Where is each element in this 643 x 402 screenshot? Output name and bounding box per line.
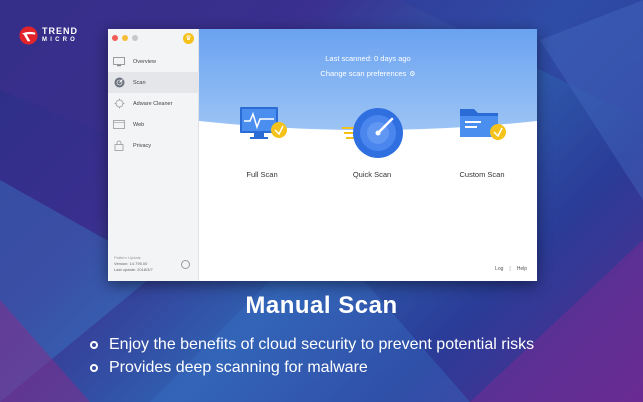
minimize-button[interactable] <box>122 35 128 41</box>
footer-separator: | <box>509 266 511 272</box>
footer-links: Log | Help <box>495 266 527 272</box>
bullet-text: Provides deep scanning for malware <box>109 358 368 376</box>
trend-micro-logo: TREND MICRO <box>19 26 78 45</box>
log-link[interactable]: Log <box>495 266 503 272</box>
quick-scan-label: Quick Scan <box>352 170 392 179</box>
adware-icon <box>113 98 125 109</box>
full-scan-label: Full Scan <box>246 170 278 179</box>
headline: Manual Scan <box>245 292 398 319</box>
custom-scan-label: Custom Scan <box>459 170 505 179</box>
crown-icon[interactable]: ♛ <box>183 33 194 44</box>
scan-icon <box>113 77 125 88</box>
sidebar-item-label: Adware Cleaner <box>133 100 173 107</box>
main-panel: Last scanned: 0 days ago Change scan pre… <box>199 29 537 281</box>
change-prefs-label: Change scan preferences <box>320 69 407 78</box>
gear-icon: ⚙ <box>409 71 416 78</box>
bullet-item: Provides deep scanning for malware <box>90 356 534 379</box>
quick-scan-button[interactable] <box>332 103 412 159</box>
logo-text-line2: MICRO <box>42 36 78 43</box>
bullet-item: Enjoy the benefits of cloud security to … <box>90 333 534 356</box>
sidebar-item-adware-cleaner[interactable]: Adware Cleaner <box>108 93 199 114</box>
sidebar-item-label: Overview <box>133 58 156 65</box>
sidebar-item-privacy[interactable]: Privacy <box>108 135 199 156</box>
monitor-icon <box>113 56 125 67</box>
web-icon <box>113 120 125 130</box>
full-scan-button[interactable] <box>222 105 302 145</box>
trend-micro-logo-icon <box>19 26 38 45</box>
last-scanned-text: Last scanned: 0 days ago <box>325 54 411 63</box>
full-scan-icon <box>240 107 287 139</box>
custom-scan-icon <box>460 109 506 140</box>
custom-scan-button[interactable] <box>442 105 522 145</box>
sidebar-item-label: Scan <box>133 79 146 86</box>
feature-bullets: Enjoy the benefits of cloud security to … <box>90 333 534 379</box>
zoom-button[interactable] <box>132 35 138 41</box>
quick-scan-icon <box>342 108 403 158</box>
sidebar-item-overview[interactable]: Overview <box>108 51 199 72</box>
sidebar-item-label: Web <box>133 121 145 128</box>
window-controls <box>112 35 138 41</box>
pattern-update-info: Pattern Update Version: 14.795.00 Last u… <box>114 255 153 273</box>
lock-icon <box>113 140 125 151</box>
pattern-last-update: Last update: 2018/3/7 <box>114 267 153 272</box>
bullet-text: Enjoy the benefits of cloud security to … <box>109 335 535 353</box>
app-window: ♛ Overview Scan Adware Cleaner Web Priva… <box>108 29 537 281</box>
bullet-circle-icon <box>90 340 98 349</box>
logo-text-line1: TREND <box>42 25 78 36</box>
sidebar-item-label: Privacy <box>133 142 152 149</box>
change-scan-preferences-link[interactable]: Change scan preferences ⚙ <box>199 69 537 78</box>
close-button[interactable] <box>112 35 118 41</box>
refresh-icon[interactable] <box>181 260 190 269</box>
bullet-circle-icon <box>90 363 98 372</box>
sidebar-item-scan[interactable]: Scan <box>108 72 199 93</box>
sidebar-nav: Overview Scan Adware Cleaner Web Privacy <box>108 51 199 156</box>
sidebar-item-web[interactable]: Web <box>108 114 199 135</box>
sidebar: ♛ Overview Scan Adware Cleaner Web Priva… <box>108 29 199 281</box>
help-link[interactable]: Help <box>517 266 527 272</box>
